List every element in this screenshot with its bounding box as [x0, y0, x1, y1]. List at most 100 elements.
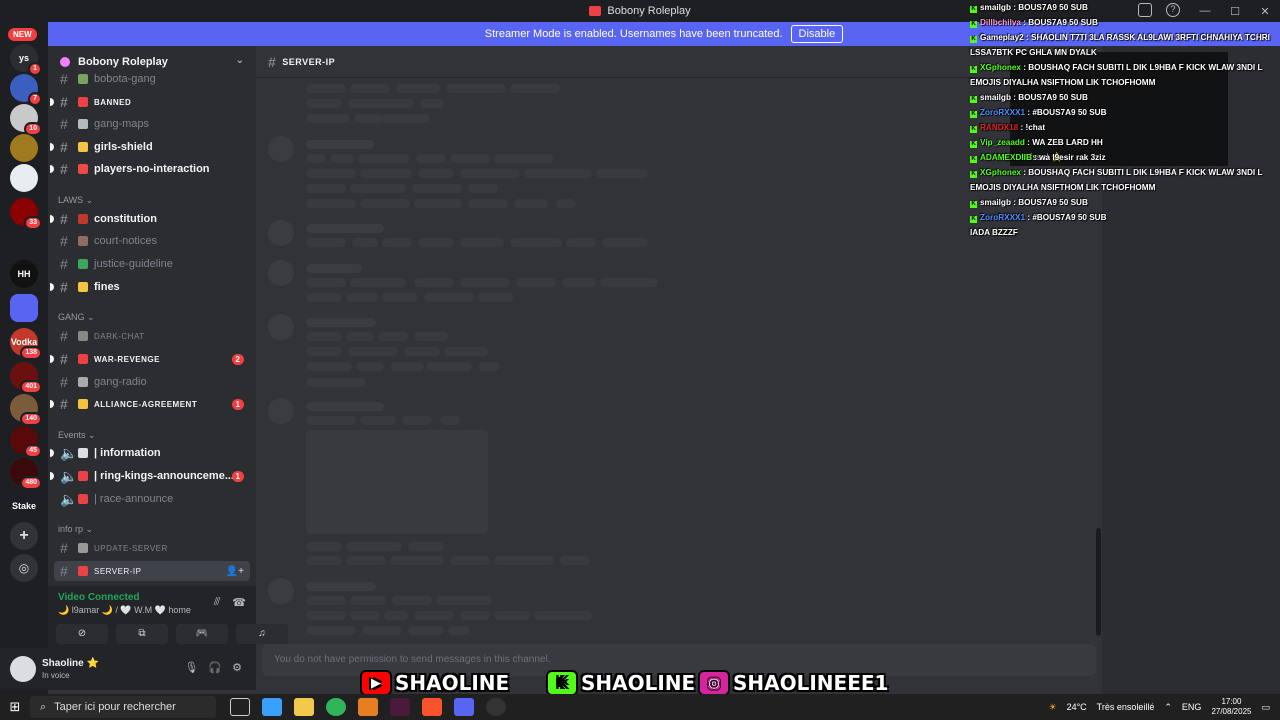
tray-chevron-icon[interactable]: ⌃	[1164, 702, 1172, 713]
taskbar-search[interactable]: ⌕ Taper ici pour rechercher	[30, 696, 216, 718]
skeleton-line	[362, 626, 402, 635]
headphones-icon[interactable]: 🎧	[208, 661, 222, 674]
unread-indicator	[50, 472, 54, 480]
clock[interactable]: 17:00 27/08/2025	[1211, 697, 1251, 717]
skeleton-avatar	[268, 578, 294, 604]
channel-girls-shield[interactable]: # girls-shield	[50, 137, 250, 157]
app-icon-orange[interactable]	[358, 698, 378, 716]
channel-constitution[interactable]: # constitution	[50, 209, 250, 229]
category-header[interactable]: LAWS ⌄	[58, 195, 93, 206]
channel-gang-maps[interactable]: # gang-maps	[54, 114, 250, 134]
server-icon-2[interactable]: 10	[10, 104, 42, 136]
skeleton-line	[306, 99, 342, 108]
kick-icon: K	[970, 111, 977, 118]
channel-fines[interactable]: # fines	[50, 277, 250, 297]
skeleton-line	[448, 626, 470, 635]
gear-icon[interactable]: ⚙	[232, 661, 242, 674]
file-explorer-icon[interactable]	[294, 698, 314, 716]
skeleton-line	[382, 114, 430, 123]
skeleton-line	[460, 611, 490, 620]
weather-icon[interactable]: ☀	[1048, 702, 1056, 713]
server-icon-14[interactable]: Stake	[10, 492, 38, 520]
camera-off-button[interactable]: ⊘	[56, 624, 108, 644]
skeleton-line	[306, 199, 356, 208]
server-icon-7[interactable]: HH	[10, 260, 38, 288]
explore-icon[interactable]: ◎	[10, 554, 38, 582]
channel-ring-kings-announceme[interactable]: 🔈 | ring-kings-announceme... 1	[50, 466, 250, 486]
channel-banned[interactable]: # BANNED	[50, 92, 250, 112]
mention-badge: 138	[20, 346, 42, 360]
skeleton-line	[460, 169, 520, 178]
skeleton-line	[378, 332, 408, 341]
chat-message: K RANDX18 : !chat	[966, 120, 1278, 135]
channel-information[interactable]: 🔈 | information	[50, 443, 250, 463]
notifications-icon[interactable]: ▭	[1261, 702, 1270, 713]
disconnect-icon[interactable]: ☎	[232, 596, 246, 609]
server-icon-3[interactable]	[10, 134, 38, 162]
skeleton-line	[354, 114, 384, 123]
server-icon-4[interactable]	[10, 164, 38, 192]
channel-emoji-icon	[78, 331, 88, 341]
channel-name: court-notices	[94, 235, 157, 247]
soundboard-button[interactable]: ♫	[236, 624, 288, 644]
language-indicator[interactable]: ENG	[1182, 702, 1202, 712]
unread-indicator	[50, 283, 54, 291]
server-name: Bobony Roleplay	[78, 56, 168, 68]
channel-gang-radio[interactable]: # gang-radio	[54, 372, 250, 392]
server-icon-10[interactable]: 401	[10, 362, 42, 394]
server-icon-11[interactable]: 140	[10, 394, 42, 426]
server-icon-8[interactable]	[10, 294, 38, 322]
skeleton-line	[306, 224, 384, 233]
voice-status: Video Connected	[58, 592, 140, 603]
discord-taskbar-icon[interactable]	[454, 698, 474, 716]
obs-icon[interactable]	[486, 698, 506, 716]
skeleton-line	[306, 184, 346, 193]
skeleton-line	[440, 416, 460, 425]
category-header[interactable]: info rp ⌄	[58, 524, 93, 535]
server-icon-1[interactable]: 7	[10, 74, 42, 106]
microphone-icon[interactable]: 🎙	[184, 661, 198, 674]
channel-war-revenge[interactable]: # war-revenge 2	[50, 349, 250, 369]
channel-bobota-gang[interactable]: # bobota-gang	[54, 69, 250, 89]
task-view-icon[interactable]	[230, 698, 250, 716]
scrollbar[interactable]	[1096, 528, 1101, 636]
hash-icon: #	[60, 71, 68, 87]
app-icon	[589, 6, 602, 16]
chrome-icon[interactable]	[326, 698, 346, 716]
invite-icon[interactable]: 👤+	[226, 566, 244, 577]
server-icon-13[interactable]: 480	[10, 458, 42, 490]
activity-button[interactable]: 🎮	[176, 624, 228, 644]
server-icon-12[interactable]: 45	[10, 426, 42, 458]
server-icon-0[interactable]: ys 1	[10, 44, 42, 76]
chat-message: K XGphonex : BOUSHAQ FACH SUBITI L DIK L9…	[966, 60, 1278, 90]
add-server-icon[interactable]: +	[10, 522, 38, 550]
channel-dark-chat[interactable]: # dark-chat	[54, 326, 250, 346]
brave-icon[interactable]	[422, 698, 442, 716]
category-header[interactable]: GANG ⌄	[58, 312, 95, 323]
channel-players-no-interaction[interactable]: # players-no-interaction	[50, 159, 250, 179]
channel-update-server[interactable]: # update-server	[54, 538, 250, 558]
skeleton-line	[494, 611, 530, 620]
disable-streamer-mode-button[interactable]: Disable	[790, 25, 844, 43]
mention-badge: 2	[231, 353, 244, 365]
voice-channel[interactable]: 🌙 l9amar 🌙 / 🤍 W.M 🤍 home	[58, 605, 191, 616]
server-icon-6[interactable]	[10, 232, 38, 260]
windows-start-icon[interactable]: ⊞	[0, 699, 30, 715]
app-icon-dark[interactable]	[390, 698, 410, 716]
screen-share-button[interactable]: ⧉	[116, 624, 168, 644]
skeleton-line	[424, 293, 474, 302]
channel-server-ip[interactable]: # server-ip 👤+	[54, 561, 250, 581]
server-icon-5[interactable]: 33	[10, 198, 42, 230]
channel-alliance-agreement[interactable]: # alliance-agreement 1	[50, 394, 250, 414]
server-icon-9[interactable]: Vodka 138	[10, 328, 42, 360]
copilot-icon[interactable]	[262, 698, 282, 716]
skeleton-line	[360, 416, 396, 425]
avatar[interactable]	[10, 656, 36, 682]
channel-race-announce[interactable]: 🔈 | race-announce	[54, 489, 250, 509]
channel-justice-guideline[interactable]: # justice-guideline	[54, 254, 250, 274]
hash-icon: #	[60, 374, 68, 390]
category-header[interactable]: Events ⌄	[58, 430, 96, 441]
channel-court-notices[interactable]: # court-notices	[54, 231, 250, 251]
noise-suppression-icon[interactable]: ⫻	[214, 596, 221, 609]
channel-name: | ring-kings-announceme...	[94, 470, 234, 482]
